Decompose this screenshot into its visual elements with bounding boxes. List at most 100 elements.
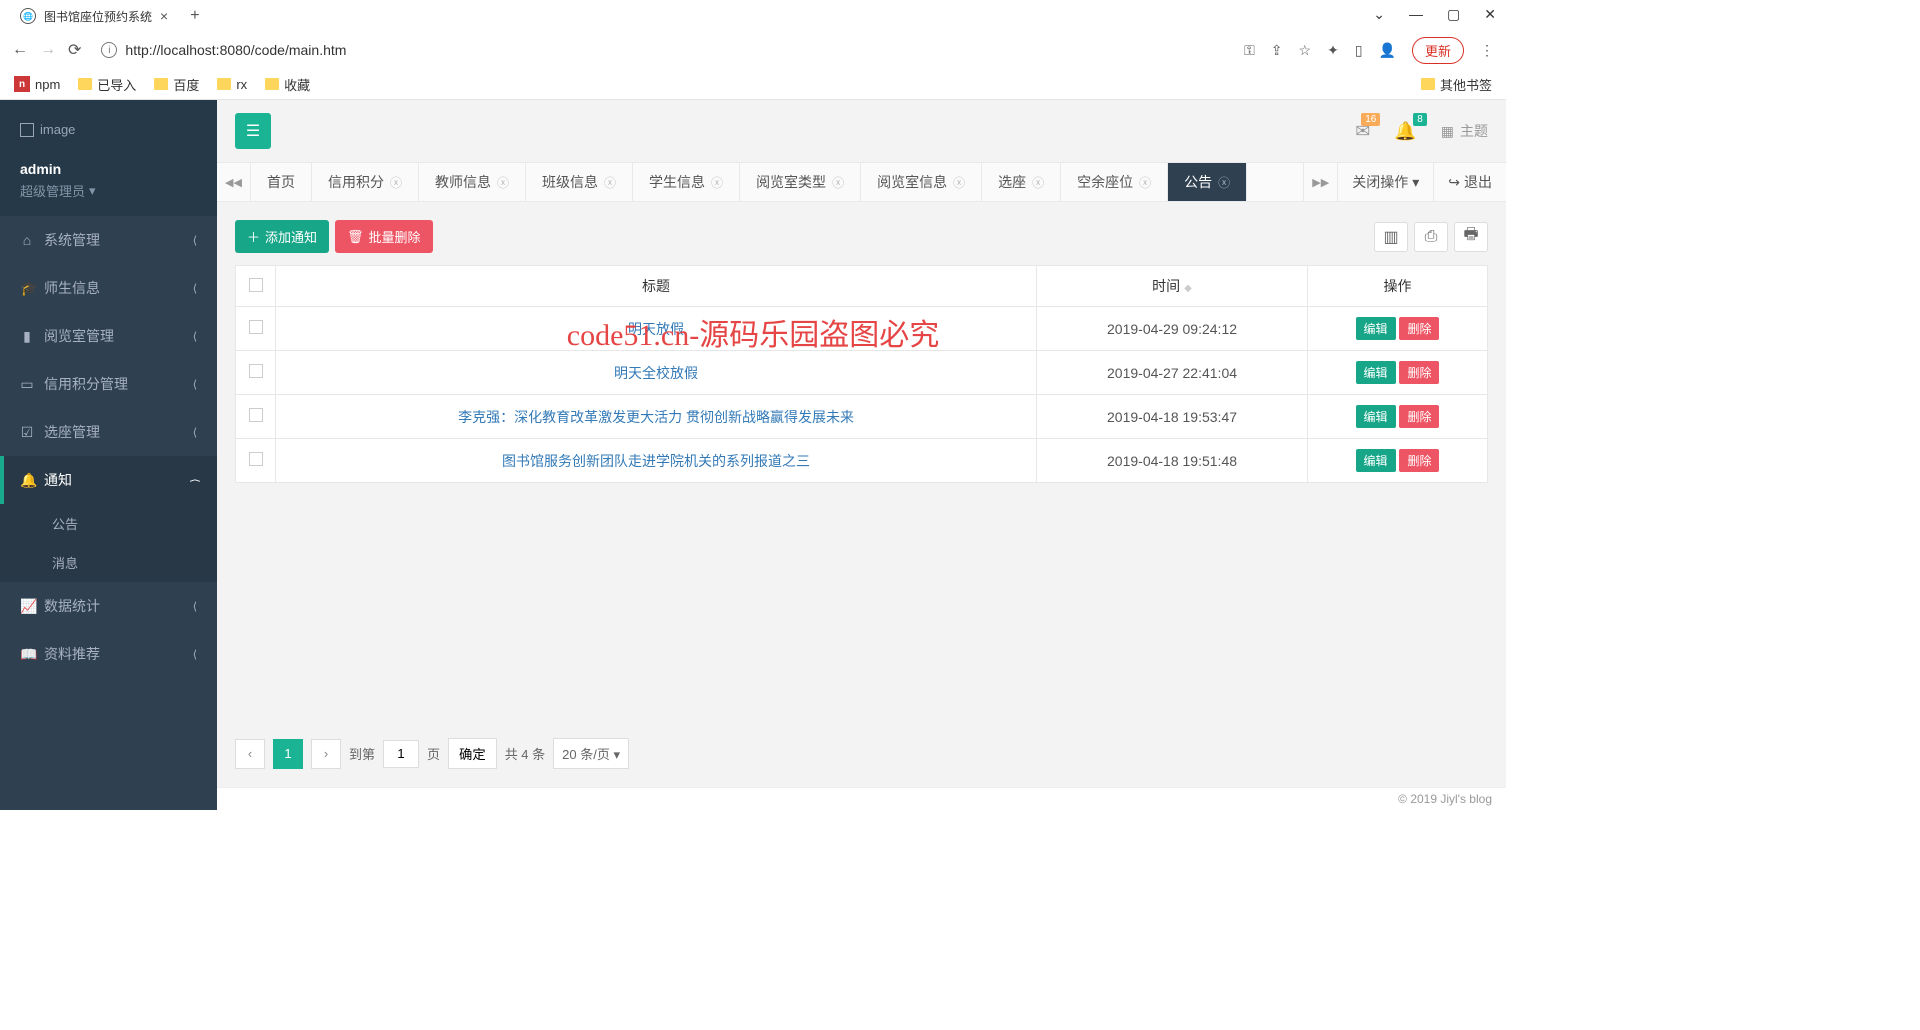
bookmark-npm[interactable]: nnpm (14, 76, 60, 92)
tab-scroll-right[interactable]: ▶▶ (1303, 163, 1337, 201)
update-button[interactable]: 更新 (1412, 37, 1464, 64)
sidebar-item-2[interactable]: ▮阅览室管理⟨ (0, 312, 217, 360)
tab-0[interactable]: 首页 (251, 163, 312, 201)
forward-icon[interactable]: → (40, 41, 56, 59)
table-row: 图书馆服务创新团队走进学院机关的系列报道之三 2019-04-18 19:51:… (236, 439, 1488, 483)
delete-button[interactable]: 删除 (1399, 405, 1439, 428)
sidebar-subitem-0[interactable]: 公告 (0, 504, 217, 543)
theme-button[interactable]: ▦主题 (1441, 121, 1488, 141)
close-ops-button[interactable]: 关闭操作▾ (1337, 163, 1433, 201)
close-tab-icon[interactable]: ⓧ (497, 174, 509, 191)
close-tab-icon[interactable]: ⓧ (1139, 174, 1151, 191)
bell-icon[interactable]: 🔔8 (1394, 121, 1416, 142)
sidebar-item-6[interactable]: 📈数据统计⟨ (0, 582, 217, 630)
footer: © 2019 Jiyl's blog (217, 787, 1506, 810)
chevron-icon: ⟨ (193, 600, 197, 613)
tab-8[interactable]: 空余座位ⓧ (1061, 163, 1168, 201)
row-checkbox[interactable] (249, 364, 263, 378)
row-checkbox[interactable] (249, 408, 263, 422)
add-notice-button[interactable]: ＋添加通知 (235, 220, 329, 253)
sidebar-item-7[interactable]: 📖资料推荐⟨ (0, 630, 217, 678)
mail-icon[interactable]: ✉16 (1355, 121, 1370, 142)
column-header[interactable]: 时间◆ (1037, 266, 1308, 307)
url-text: http://localhost:8080/code/main.htm (125, 42, 346, 58)
bulk-delete-button[interactable]: 🗑批量删除 (335, 220, 433, 253)
bookmark-baidu[interactable]: 百度 (154, 75, 199, 94)
row-title-link[interactable]: 明天全校放假 (614, 365, 698, 381)
browser-tab[interactable]: 🌐 图书馆座位预约系统 × (8, 2, 180, 31)
back-icon[interactable]: ← (12, 41, 28, 59)
tab-7[interactable]: 选座ⓧ (982, 163, 1061, 201)
dropdown-icon[interactable]: ⌄ (1373, 6, 1385, 23)
delete-button[interactable]: 删除 (1399, 449, 1439, 472)
menu-icon[interactable]: ⋮ (1480, 42, 1494, 59)
close-tab-icon[interactable]: ⓧ (604, 174, 616, 191)
reload-icon[interactable]: ⟳ (68, 40, 81, 60)
sidebar-item-4[interactable]: ☑选座管理⟨ (0, 408, 217, 456)
sidebar-item-0[interactable]: ⌂系统管理⟨ (0, 216, 217, 264)
close-tab-icon[interactable]: × (160, 8, 168, 24)
row-title-link[interactable]: 图书馆服务创新团队走进学院机关的系列报道之三 (502, 453, 810, 469)
key-icon[interactable]: ⚿ (1244, 42, 1255, 59)
extension-icon[interactable]: ✦ (1327, 42, 1339, 59)
page-next[interactable]: › (311, 739, 341, 769)
sidebar-item-5[interactable]: 🔔通知⟨ (0, 456, 217, 504)
profile-icon[interactable]: 👤 (1379, 42, 1396, 59)
chevron-icon: ⟨ (188, 478, 201, 482)
close-tab-icon[interactable]: ⓧ (1032, 174, 1044, 191)
share-icon[interactable]: ⇪ (1271, 42, 1283, 59)
minimize-icon[interactable]: — (1409, 6, 1423, 23)
close-tab-icon[interactable]: ⓧ (832, 174, 844, 191)
edit-button[interactable]: 编辑 (1356, 405, 1396, 428)
sidebar-subitem-1[interactable]: 消息 (0, 543, 217, 582)
column-header (236, 266, 276, 307)
tab-1[interactable]: 信用积分ⓧ (312, 163, 419, 201)
tab-9[interactable]: 公告ⓧ (1168, 163, 1247, 201)
page-prev[interactable]: ‹ (235, 739, 265, 769)
columns-button[interactable]: ▥ (1374, 222, 1408, 252)
new-tab-button[interactable]: + (180, 7, 209, 25)
delete-button[interactable]: 删除 (1399, 317, 1439, 340)
address-bar[interactable]: i http://localhost:8080/code/main.htm (93, 36, 1232, 64)
edit-button[interactable]: 编辑 (1356, 317, 1396, 340)
close-tab-icon[interactable]: ⓧ (390, 174, 402, 191)
tab-5[interactable]: 阅览室类型ⓧ (740, 163, 861, 201)
print-button[interactable]: 🖶 (1454, 222, 1488, 252)
close-tab-icon[interactable]: ⓧ (711, 174, 723, 191)
sidebar-item-1[interactable]: 🎓师生信息⟨ (0, 264, 217, 312)
export-button[interactable]: ⎙ (1414, 222, 1448, 252)
page-input[interactable] (383, 740, 419, 768)
bookmark-rx[interactable]: rx (217, 77, 247, 92)
profile-role[interactable]: 超级管理员▾ (20, 181, 197, 200)
row-checkbox[interactable] (249, 320, 263, 334)
row-title-link[interactable]: 明天放假 (628, 321, 684, 337)
star-icon[interactable]: ☆ (1299, 42, 1312, 59)
delete-button[interactable]: 删除 (1399, 361, 1439, 384)
close-tab-icon[interactable]: ⓧ (953, 174, 965, 191)
sidebar-item-3[interactable]: ▭信用积分管理⟨ (0, 360, 217, 408)
checkbox-all[interactable] (249, 278, 263, 292)
panel-icon[interactable]: ▯ (1355, 42, 1363, 59)
tab-3[interactable]: 班级信息ⓧ (526, 163, 633, 201)
tab-4[interactable]: 学生信息ⓧ (633, 163, 740, 201)
nav-icon: 📖 (20, 646, 34, 663)
tab-2[interactable]: 教师信息ⓧ (419, 163, 526, 201)
page-confirm-button[interactable]: 确定 (448, 738, 497, 769)
page-number[interactable]: 1 (273, 739, 303, 769)
sidebar-toggle-button[interactable]: ☰ (235, 113, 271, 149)
edit-button[interactable]: 编辑 (1356, 449, 1396, 472)
maximize-icon[interactable]: ▢ (1447, 6, 1460, 23)
bookmark-imported[interactable]: 已导入 (78, 75, 136, 94)
close-window-icon[interactable]: ✕ (1484, 6, 1496, 23)
row-title-link[interactable]: 李克强：深化教育改革激发更大活力 贯彻创新战略赢得发展未来 (458, 409, 854, 425)
per-page-select[interactable]: 20 条/页 ▾ (553, 738, 629, 769)
tab-6[interactable]: 阅览室信息ⓧ (861, 163, 982, 201)
row-time: 2019-04-29 09:24:12 (1037, 307, 1308, 351)
logout-button[interactable]: ↪退出 (1433, 163, 1506, 201)
bookmark-fav[interactable]: 收藏 (265, 75, 310, 94)
close-tab-icon[interactable]: ⓧ (1218, 174, 1230, 191)
row-checkbox[interactable] (249, 452, 263, 466)
bookmark-other[interactable]: 其他书签 (1421, 75, 1492, 94)
tab-scroll-left[interactable]: ◀◀ (217, 163, 251, 201)
edit-button[interactable]: 编辑 (1356, 361, 1396, 384)
